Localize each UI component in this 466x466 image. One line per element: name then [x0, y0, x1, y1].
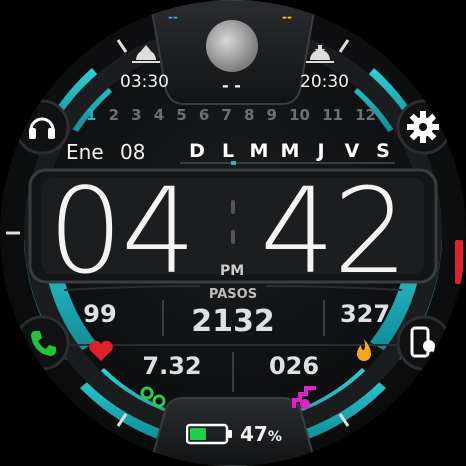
battery-percent-value: 47 — [240, 422, 268, 446]
moon-left-dash: -- — [168, 10, 178, 24]
time-hours: 04 — [48, 162, 196, 300]
phone-icon[interactable] — [28, 328, 58, 358]
watch-face: -- -- - - 03:30 20:30 1 2 3 4 5 6 7 8 9 … — [0, 0, 466, 466]
battery-icon — [185, 422, 234, 446]
weekday-sat: S — [376, 140, 390, 162]
weekday-thu: J — [317, 140, 325, 162]
calories-value: 327 — [339, 300, 391, 328]
month-8: 8 — [243, 106, 255, 124]
battery-percent-unit: % — [267, 429, 282, 445]
time-minutes: 42 — [260, 162, 408, 300]
sunset-icon — [306, 44, 334, 64]
floors-icon — [292, 386, 318, 410]
gear-icon[interactable] — [406, 110, 440, 144]
location-icon — [140, 386, 166, 408]
month-6: 6 — [198, 106, 210, 124]
weekday-mon: L — [221, 140, 235, 162]
month-5: 5 — [176, 106, 187, 124]
weekday-strip: D L M M J V S — [182, 140, 398, 162]
weekday-wed: M — [280, 140, 300, 162]
month-9: 9 — [266, 106, 277, 124]
moon-right-dash: -- — [282, 10, 292, 24]
steps-label: PASOS — [208, 287, 258, 302]
month-1: 1 — [86, 106, 97, 124]
month-3: 3 — [131, 106, 142, 124]
floors-value: 026 — [268, 352, 320, 380]
month-2: 2 — [108, 106, 119, 124]
weekday-fri: V — [344, 140, 360, 162]
headphones-icon[interactable] — [26, 110, 58, 142]
sunrise-icon — [132, 44, 160, 64]
time-separator — [231, 200, 235, 244]
weekday-tue: M — [249, 140, 269, 162]
heart-rate-value: 99 — [83, 300, 117, 328]
month-11: 11 — [322, 106, 343, 124]
battery-percent: 47% — [240, 422, 282, 446]
month-4: 4 — [153, 106, 165, 124]
ampm-indicator: PM — [220, 263, 245, 279]
month-name: Ene — [66, 140, 104, 164]
fire-icon — [354, 338, 374, 364]
month-10: 10 — [289, 106, 310, 124]
heart-icon — [88, 340, 114, 362]
month-strip: 1 2 3 4 5 6 7 8 9 10 11 12 — [86, 106, 376, 124]
moon-phase-icon — [206, 20, 258, 72]
battery-fill — [190, 428, 206, 440]
month-7: 7 — [221, 106, 232, 124]
phone-find-icon[interactable] — [408, 326, 440, 360]
month-12: 12 — [355, 106, 376, 124]
sunset-time: 20:30 — [300, 72, 349, 92]
distance-value: 7.32 — [142, 352, 202, 380]
day-number: 08 — [120, 140, 146, 164]
sunrise-time: 03:30 — [120, 72, 169, 92]
weekday-sun: D — [189, 140, 205, 162]
steps-value: 2132 — [191, 304, 275, 339]
moon-info: - - — [222, 76, 241, 95]
